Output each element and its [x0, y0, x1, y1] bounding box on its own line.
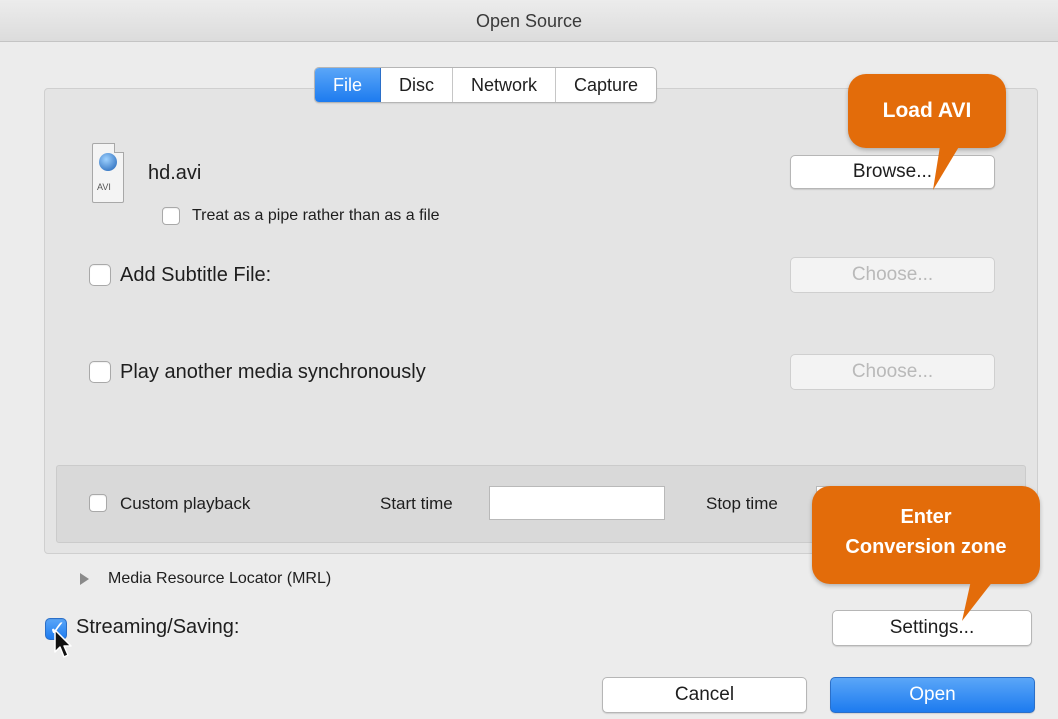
mrl-disclosure-triangle-icon[interactable] — [80, 573, 89, 585]
custom-playback-checkbox[interactable] — [89, 494, 107, 512]
sync-label: Play another media synchronously — [120, 361, 426, 383]
callout-pointer-icon — [933, 140, 963, 190]
subtitle-checkbox[interactable] — [89, 264, 111, 286]
load-avi-callout: Load AVI — [848, 74, 1006, 190]
pipe-checkbox[interactable] — [162, 207, 180, 225]
sync-checkbox[interactable] — [89, 361, 111, 383]
pipe-label: Treat as a pipe rather than as a file — [192, 207, 440, 224]
file-icon-ext: AVI — [97, 182, 111, 192]
sync-choose-button[interactable]: Choose... — [790, 354, 995, 390]
quicktime-icon — [99, 153, 117, 171]
mrl-label[interactable]: Media Resource Locator (MRL) — [108, 570, 331, 588]
custom-playback-label: Custom playback — [120, 494, 251, 513]
conversion-callout-line2: Conversion zone — [845, 536, 1007, 558]
stop-time-label: Stop time — [706, 494, 778, 513]
selected-file-name: hd.avi — [148, 162, 202, 184]
tab-disc[interactable]: Disc — [381, 68, 454, 102]
subtitle-choose-button[interactable]: Choose... — [790, 257, 995, 293]
tab-file[interactable]: File — [315, 68, 382, 102]
conversion-callout-line1: Enter — [900, 506, 952, 528]
tab-capture[interactable]: Capture — [556, 68, 656, 102]
load-avi-callout-text: Load AVI — [882, 99, 972, 122]
open-button[interactable]: Open — [830, 677, 1035, 713]
window-title: Open Source — [475, 11, 583, 31]
avi-file-icon: AVI — [92, 143, 124, 203]
start-time-label: Start time — [380, 494, 453, 513]
tab-network[interactable]: Network — [453, 68, 557, 102]
subtitle-label: Add Subtitle File: — [120, 264, 272, 286]
cancel-button[interactable]: Cancel — [602, 677, 807, 713]
source-tabs: File Disc Network Capture — [314, 67, 658, 103]
start-time-field[interactable] — [489, 486, 665, 520]
callout-pointer-icon — [962, 576, 997, 621]
streaming-label: Streaming/Saving: — [76, 616, 240, 638]
conversion-zone-callout: Enter Conversion zone — [812, 486, 1040, 621]
mouse-cursor-icon — [54, 629, 72, 658]
window-title-bar: Open Source — [0, 0, 1058, 42]
